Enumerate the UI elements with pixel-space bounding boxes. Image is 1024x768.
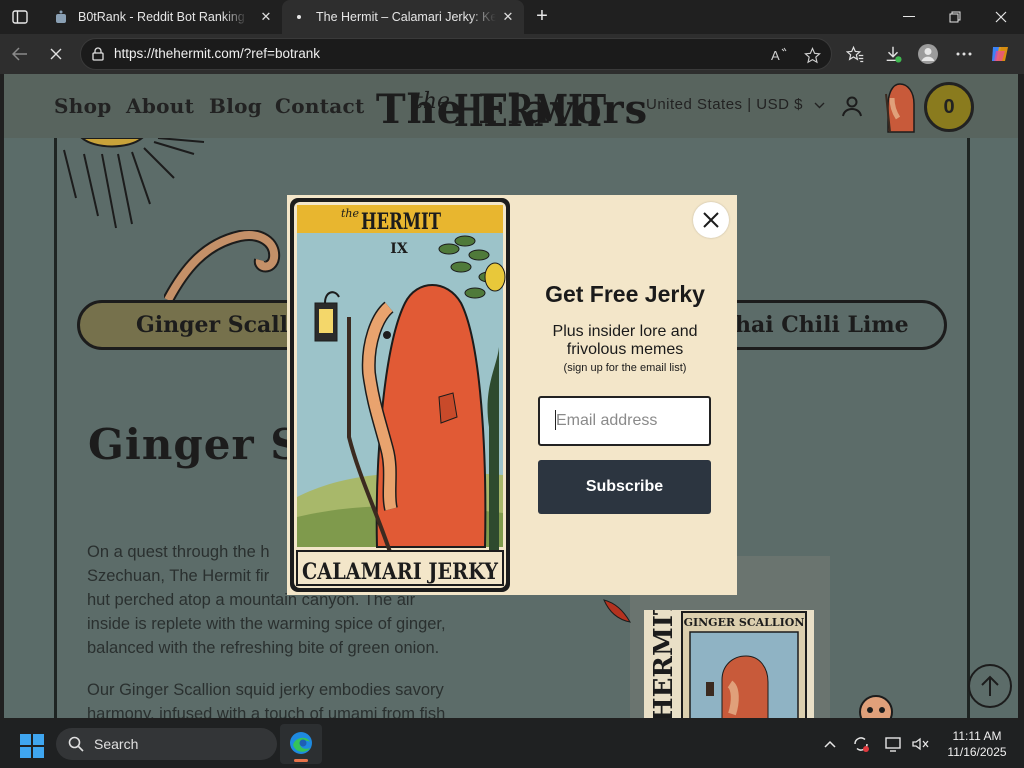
read-aloud-icon[interactable]: A (771, 46, 789, 64)
copilot-icon[interactable] (988, 42, 1012, 66)
product-package-image: HERMIT GINGER SCALLION (644, 610, 814, 718)
hermit-tarot-card-image: the HERMIT IX CALAMARI JERKY (290, 198, 510, 592)
stop-loading-icon[interactable] (42, 40, 70, 68)
favorite-star-icon[interactable] (803, 46, 821, 64)
close-window-icon[interactable] (978, 0, 1024, 34)
section-title: The Flavors (375, 86, 649, 133)
newsletter-popup: the HERMIT IX CALAMARI JERKY Get Free Je… (287, 195, 737, 595)
clock-date: 11/16/2025 (947, 745, 1007, 759)
text-caret (555, 410, 556, 430)
close-tab-icon[interactable]: ✕ (258, 9, 274, 25)
subscribe-button[interactable]: Subscribe (538, 460, 711, 514)
url-text[interactable]: https://thehermit.com/?ref=botrank (114, 39, 320, 69)
active-indicator (294, 759, 308, 762)
popup-subtitle: Plus insider lore and frivolous memes (552, 323, 698, 358)
tab-title: The Hermit – Calamari Jerky: Keto (316, 10, 496, 24)
card-brand: HERMIT (361, 209, 441, 235)
tab-actions-icon[interactable] (8, 6, 32, 28)
new-tab-button[interactable]: + (531, 5, 553, 27)
favorites-icon[interactable] (843, 42, 867, 66)
description-line: harmony, infused with a touch of umami f… (87, 705, 446, 718)
tentacle-illustration (164, 230, 281, 302)
description-line: Our Ginger Scallion squid jerky embodies… (87, 681, 444, 699)
settings-more-icon[interactable] (952, 42, 976, 66)
card-numeral: IX (390, 241, 408, 257)
volume-muted-icon[interactable] (910, 734, 930, 754)
profile-avatar-icon[interactable] (916, 42, 940, 66)
back-icon[interactable] (6, 40, 34, 68)
site-info-icon[interactable] (91, 47, 105, 61)
sync-icon[interactable] (851, 734, 871, 754)
search-icon (68, 736, 84, 752)
address-bar-row: https://thehermit.com/?ref=botrank A (0, 34, 1024, 74)
restore-icon[interactable] (932, 0, 978, 34)
loading-dot-icon (292, 10, 306, 24)
card-caption: CALAMARI JERKY (302, 559, 498, 585)
card-brand-small: the (341, 207, 360, 220)
pack-label-text: GINGER SCALLION (684, 616, 805, 629)
description-line: inside is replete with the warming spice… (87, 615, 446, 633)
close-tab-icon[interactable]: ✕ (500, 9, 516, 25)
description-line: balanced with the refreshing bite of gre… (87, 639, 440, 657)
flavor-tab-label: Ginger Scallio (136, 312, 312, 338)
address-bar[interactable]: https://thehermit.com/?ref=botrank A (80, 38, 832, 70)
downloads-icon[interactable] (881, 42, 905, 66)
windows-taskbar: Search 11:11 AM 11/16/2025 (0, 720, 1024, 768)
flavor-description-2: Our Ginger Scallion squid jerky embodies… (87, 678, 507, 718)
flavor-tab-thai-chili-lime[interactable]: hai Chili Lime (704, 300, 947, 350)
flavor-tab-label: hai Chili Lime (735, 312, 909, 338)
minimize-icon[interactable] (886, 0, 932, 34)
close-icon (703, 212, 719, 228)
display-icon[interactable] (884, 734, 904, 754)
tab-title: B0tRank - Reddit Bot Ranking & A (78, 10, 248, 24)
tab-botrank[interactable]: B0tRank - Reddit Bot Ranking & A ✕ (44, 0, 282, 34)
sun-illustration (63, 138, 205, 229)
tab-hermit[interactable]: The Hermit – Calamari Jerky: Keto ✕ (282, 0, 524, 34)
arrow-up-icon (981, 675, 999, 696)
botrank-favicon-icon (54, 10, 68, 24)
windows-start-icon[interactable] (20, 734, 44, 758)
chili-pepper-icon (603, 599, 631, 623)
system-clock[interactable]: 11:11 AM 11/16/2025 (937, 728, 1017, 760)
clock-time: 11:11 AM (952, 729, 1002, 743)
taskbar-search[interactable]: Search (56, 728, 277, 760)
popup-fine-print: (sign up for the email list) (563, 362, 687, 374)
popup-title: Get Free Jerky (545, 281, 705, 307)
mascot-peek-illustration (859, 695, 893, 718)
chevron-up-icon[interactable] (820, 734, 840, 754)
email-field[interactable] (538, 396, 711, 446)
edge-taskbar-button[interactable] (280, 724, 322, 764)
search-label: Search (94, 736, 139, 752)
tab-strip: B0tRank - Reddit Bot Ranking & A ✕ The H… (0, 0, 1024, 34)
scroll-to-top-button[interactable] (968, 664, 1012, 708)
pack-side-text: HERMIT (649, 610, 679, 718)
close-popup-button[interactable] (693, 202, 729, 238)
svg-text:A: A (771, 48, 780, 63)
edge-icon (290, 732, 312, 754)
